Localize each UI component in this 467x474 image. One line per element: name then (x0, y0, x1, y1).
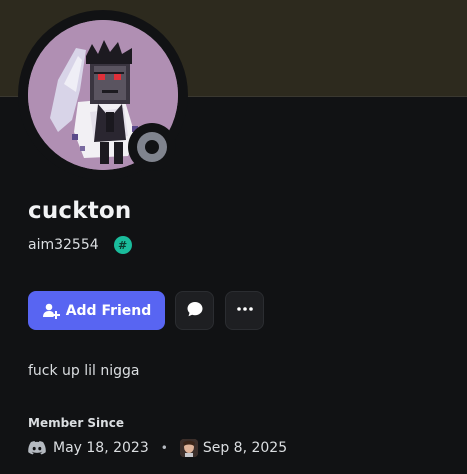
member-since-row: May 18, 2023 • Sep 8, 2025 (28, 439, 287, 457)
separator-dot: • (160, 441, 168, 455)
username[interactable]: aim32554 (28, 237, 99, 253)
offline-status-icon (137, 132, 167, 162)
server-member-date: Sep 8, 2025 (202, 440, 288, 456)
more-dots-icon (236, 300, 254, 322)
hashtag-badge-icon[interactable]: # (113, 236, 132, 254)
message-button[interactable] (175, 291, 214, 330)
display-name: cuckton (28, 198, 132, 224)
server-icon[interactable] (179, 439, 198, 457)
add-friend-label: Add Friend (65, 302, 152, 319)
status-indicator (128, 123, 176, 171)
member-since-heading: Member Since (28, 416, 124, 430)
chat-bubble-icon (186, 300, 204, 322)
avatar-frame (18, 10, 188, 180)
add-user-icon (42, 302, 60, 320)
more-options-button[interactable] (225, 291, 264, 330)
add-friend-button[interactable]: Add Friend (28, 291, 165, 330)
discord-logo-icon (28, 441, 46, 455)
bio-text: fuck up lil nigga (28, 363, 140, 379)
username-row: aim32554 # (28, 236, 132, 254)
discord-member-date: May 18, 2023 (53, 440, 149, 456)
